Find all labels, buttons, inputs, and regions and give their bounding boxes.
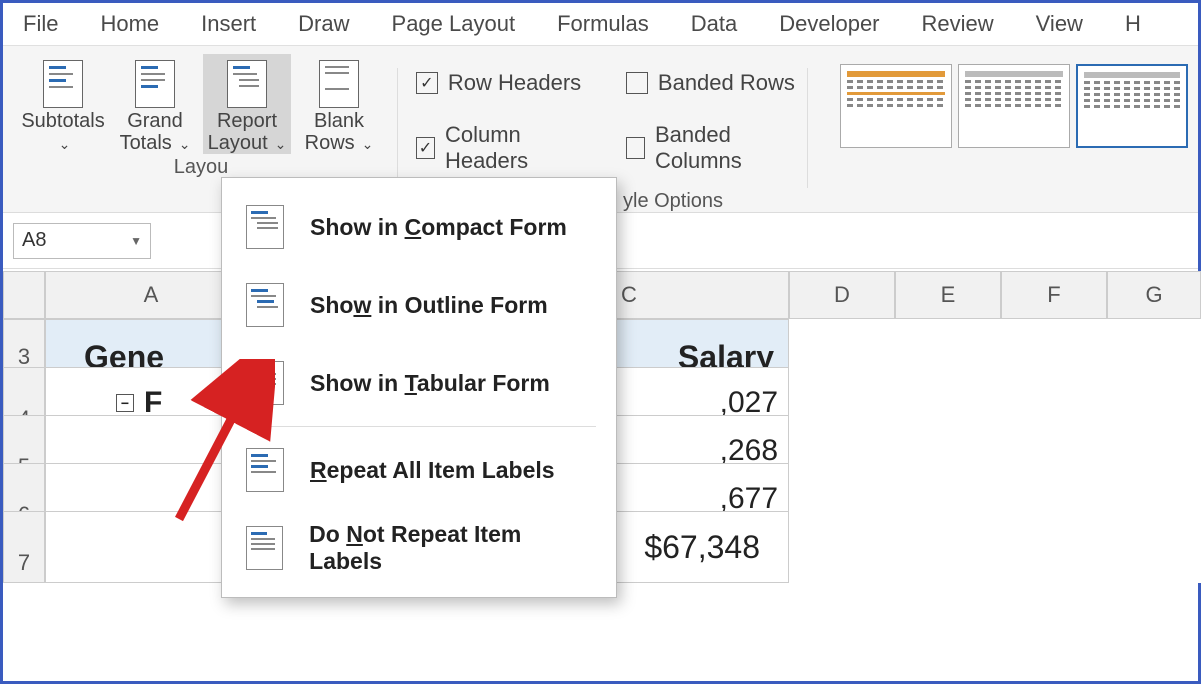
grand-totals-button[interactable]: Grand Totals ⌄ <box>111 54 199 154</box>
column-headers-checkbox[interactable]: ✓ Column Headers <box>416 122 586 174</box>
style-swatch-selected[interactable] <box>1076 64 1188 148</box>
col-header-G[interactable]: G <box>1107 271 1201 319</box>
checkbox-icon: ✓ <box>416 137 435 159</box>
name-box[interactable]: A8 ▼ <box>13 223 151 259</box>
no-repeat-labels-icon <box>246 526 283 570</box>
banded-columns-checkbox[interactable]: Banded Columns <box>626 122 799 174</box>
tab-view[interactable]: View <box>1028 7 1091 41</box>
menu-no-repeat-labels[interactable]: Do Not Repeat Item Labels <box>222 509 616 587</box>
col-header-F[interactable]: F <box>1001 271 1107 319</box>
tab-page-layout[interactable]: Page Layout <box>384 7 524 41</box>
repeat-labels-icon <box>246 448 284 492</box>
col-header-D[interactable]: D <box>789 271 895 319</box>
subtotals-icon <box>43 60 83 108</box>
ribbon-separator <box>807 68 808 188</box>
menu-outline-form[interactable]: Show in Outline Form <box>222 266 616 344</box>
report-layout-button[interactable]: Report Layout ⌄ <box>203 54 291 154</box>
checkbox-icon <box>626 72 648 94</box>
grand-totals-icon <box>135 60 175 108</box>
tab-review[interactable]: Review <box>914 7 1002 41</box>
menu-separator <box>242 426 596 427</box>
checkbox-icon <box>626 137 645 159</box>
menu-tabular-form[interactable]: Show in Tabular Form <box>222 344 616 422</box>
tab-insert[interactable]: Insert <box>193 7 264 41</box>
collapse-icon[interactable]: − <box>116 394 134 412</box>
subtotals-button[interactable]: Subtotals⌄ <box>19 54 107 154</box>
tab-file[interactable]: File <box>15 7 66 41</box>
tab-truncated[interactable]: H <box>1117 7 1149 41</box>
tab-formulas[interactable]: Formulas <box>549 7 657 41</box>
blank-rows-button[interactable]: Blank Rows ⌄ <box>295 54 383 154</box>
outline-form-icon <box>246 283 284 327</box>
menu-repeat-labels[interactable]: Repeat All Item Labels <box>222 431 616 509</box>
tab-developer[interactable]: Developer <box>771 7 887 41</box>
ribbon-tabs: File Home Insert Draw Page Layout Formul… <box>3 3 1198 45</box>
tab-data[interactable]: Data <box>683 7 745 41</box>
banded-rows-checkbox[interactable]: Banded Rows <box>626 70 799 96</box>
row-header-7[interactable]: 7 <box>3 511 45 583</box>
blank-rows-icon <box>319 60 359 108</box>
row-headers-checkbox[interactable]: ✓ Row Headers <box>416 70 586 96</box>
checkbox-icon: ✓ <box>416 72 438 94</box>
group-label-layout: Layou <box>174 156 229 179</box>
tabular-form-icon <box>246 361 284 405</box>
report-layout-menu: Show in Compact Form Show in Outline For… <box>221 177 617 598</box>
col-header-E[interactable]: E <box>895 271 1001 319</box>
pivot-style-gallery[interactable] <box>840 54 1188 148</box>
compact-form-icon <box>246 205 284 249</box>
group-label-style-options: yle Options <box>623 190 723 213</box>
style-swatch-orange[interactable] <box>840 64 952 148</box>
report-layout-icon <box>227 60 267 108</box>
ribbon-separator <box>397 68 398 188</box>
tab-home[interactable]: Home <box>92 7 167 41</box>
select-all-corner[interactable] <box>3 271 45 319</box>
style-swatch-gray[interactable] <box>958 64 1070 148</box>
menu-compact-form[interactable]: Show in Compact Form <box>222 188 616 266</box>
tab-draw[interactable]: Draw <box>290 7 357 41</box>
chevron-down-icon: ▼ <box>130 234 142 248</box>
